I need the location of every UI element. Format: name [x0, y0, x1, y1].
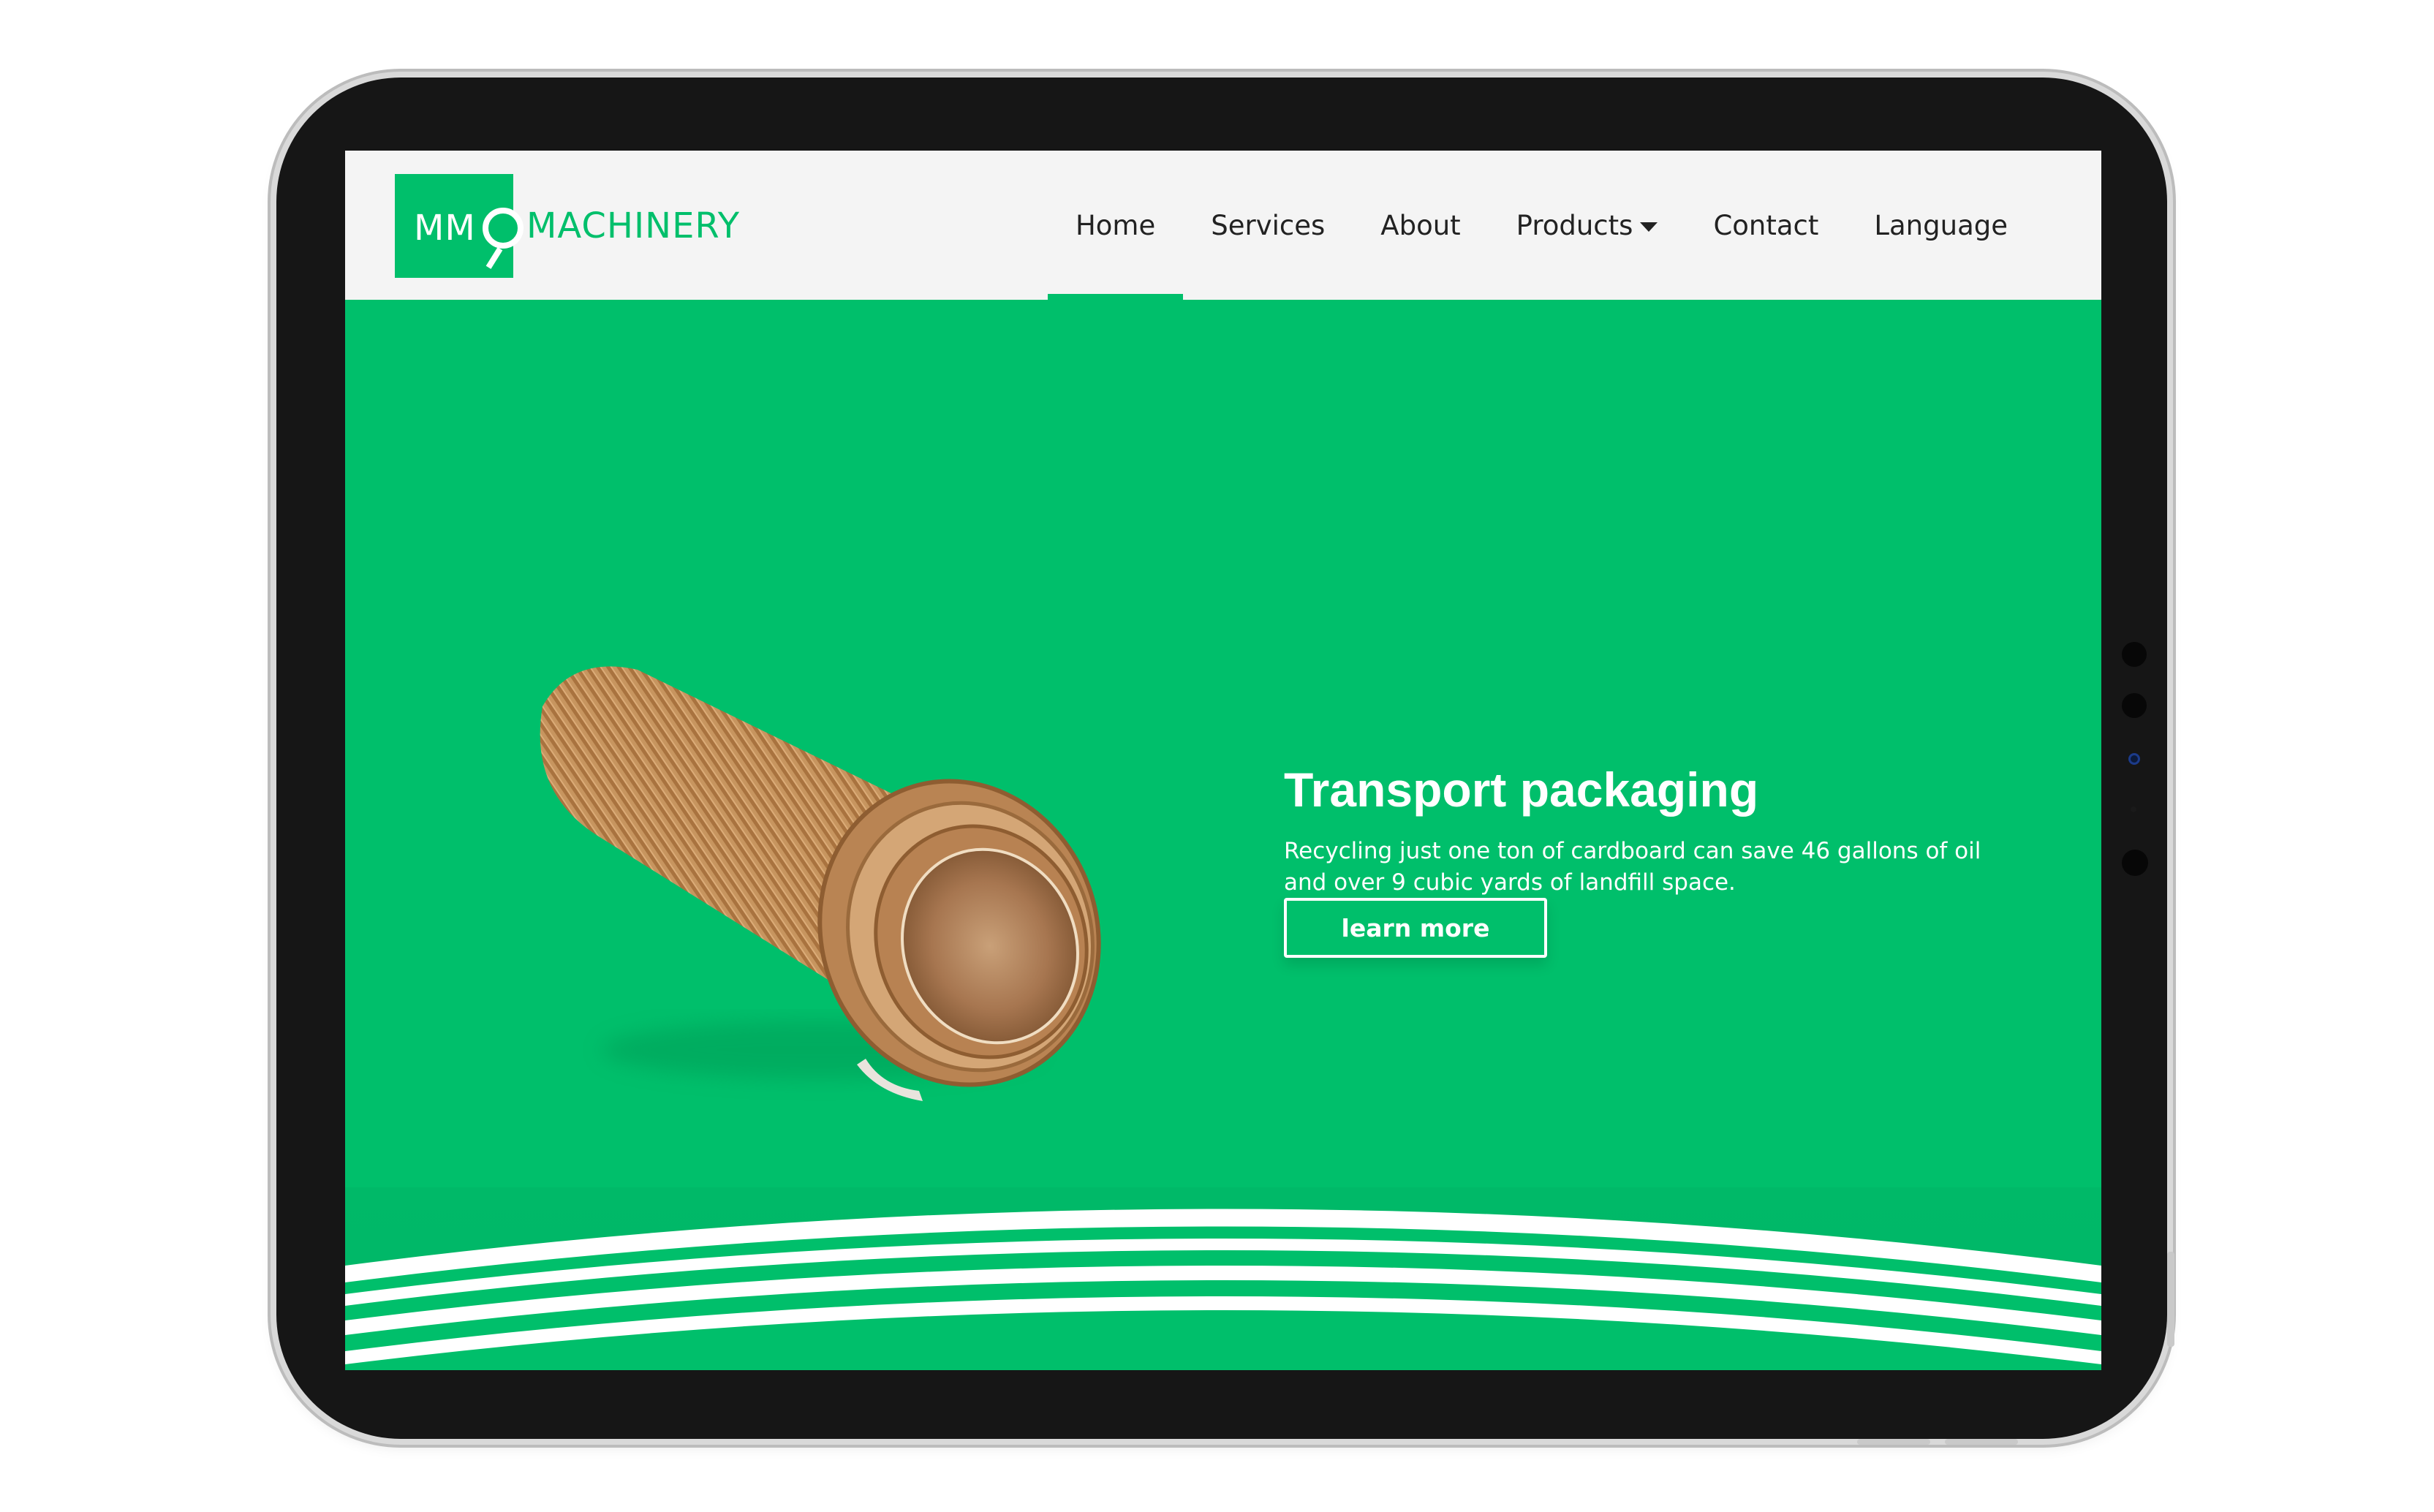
tablet-side-button: [2167, 1252, 2174, 1347]
wave-stripes-decoration: [345, 1209, 2101, 1370]
logo-magnifier-handle: [485, 247, 503, 269]
nav-item-label: Services: [1211, 209, 1326, 241]
tablet-volume-button: [1945, 1439, 2018, 1445]
tablet-volume-button: [1857, 1439, 1930, 1445]
hero-description: Recycling just one ton of cardboard can …: [1284, 838, 1981, 896]
tablet-lens: [2128, 753, 2140, 765]
nav-item-label: About: [1380, 209, 1461, 241]
nav-item-label: Home: [1075, 209, 1156, 241]
learn-more-button[interactable]: learn more: [1284, 898, 1547, 958]
tablet-sensor-dot: [2131, 806, 2136, 812]
nav-item-products[interactable]: Products: [1489, 151, 1686, 300]
tablet-sensor: [2122, 693, 2147, 718]
nav-item-contact[interactable]: Contact: [1685, 151, 1846, 300]
site-logo[interactable]: MM MACHINERY: [395, 174, 740, 278]
nav-item-label: Language: [1874, 209, 2008, 241]
tablet-camera: [2122, 642, 2147, 667]
hero-title: Transport packaging: [1284, 763, 1759, 817]
tablet-sensor: [2122, 850, 2148, 876]
nav-item-about[interactable]: About: [1353, 151, 1488, 300]
cardboard-roll-image: [540, 666, 1101, 1101]
logo-magnifier-icon: [483, 208, 524, 249]
site-header: MM MACHINERY Home Services About Product…: [345, 151, 2101, 300]
logo-name: MACHINERY: [526, 205, 741, 246]
website-screen: MM MACHINERY Home Services About Product…: [345, 151, 2101, 1370]
nav-item-label: Products: [1516, 209, 1633, 241]
nav-item-home[interactable]: Home: [1047, 151, 1184, 300]
logo-mark-text: MM: [414, 208, 476, 249]
logo-mark: MM: [395, 174, 524, 278]
nav-item-services[interactable]: Services: [1183, 151, 1353, 300]
nav-item-language[interactable]: Language: [1846, 151, 2036, 300]
caret-down-icon: [1640, 222, 1658, 232]
main-nav: Home Services About Products Contact Lan…: [1047, 151, 2036, 300]
nav-item-label: Contact: [1713, 209, 1819, 241]
